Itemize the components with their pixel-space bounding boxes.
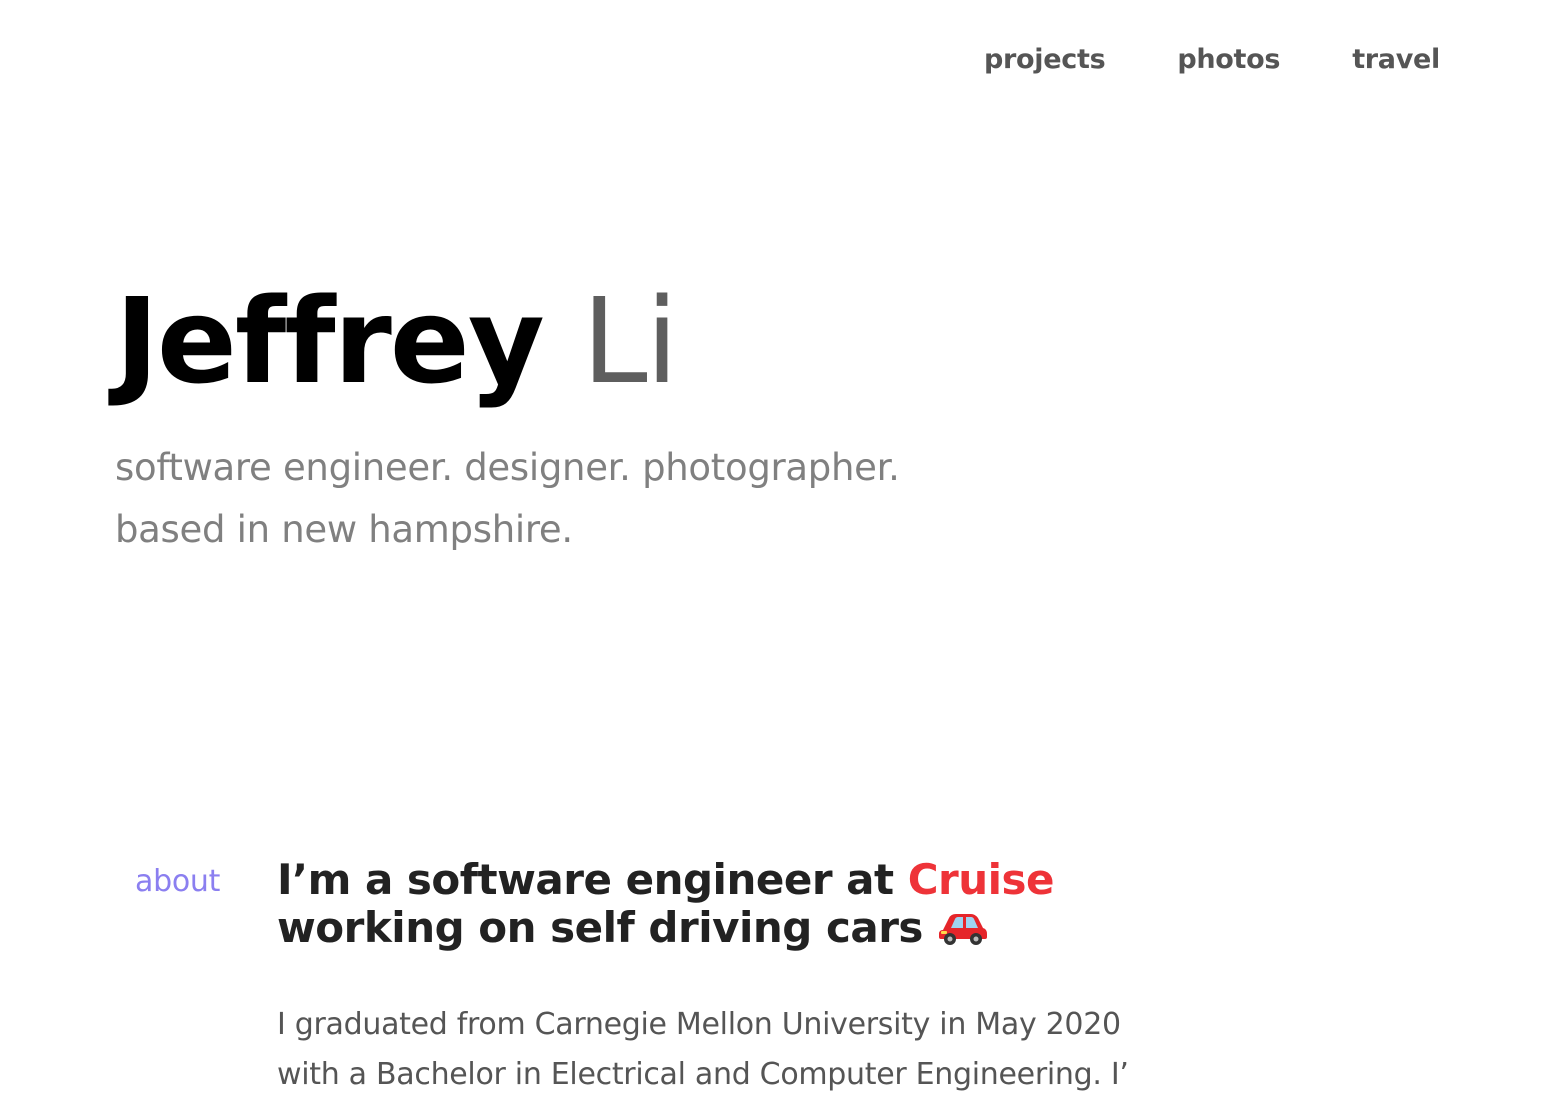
about-heading: I’m a software engineer at Cruise workin… bbox=[277, 855, 1055, 952]
hero-section: Jeffrey Li bbox=[115, 276, 678, 406]
top-nav: projects photos travel bbox=[984, 44, 1440, 75]
tagline: software engineer. designer. photographe… bbox=[115, 437, 900, 561]
last-name: Li bbox=[581, 272, 679, 410]
about-heading-line-2: working on self driving cars bbox=[277, 903, 923, 952]
car-icon bbox=[937, 906, 989, 946]
tagline-line-2: based in new hampshire. bbox=[115, 508, 573, 551]
nav-travel-link[interactable]: travel bbox=[1352, 44, 1440, 75]
cruise-link[interactable]: Cruise bbox=[908, 855, 1055, 904]
about-body-line-1: I graduated from Carnegie Mellon Univers… bbox=[277, 1007, 1121, 1042]
about-body: I graduated from Carnegie Mellon Univers… bbox=[277, 1000, 1177, 1100]
first-name: Jeffrey bbox=[115, 272, 545, 410]
about-section-label: about bbox=[135, 864, 221, 899]
nav-photos-link[interactable]: photos bbox=[1177, 44, 1280, 75]
tagline-line-1: software engineer. designer. photographe… bbox=[115, 446, 900, 489]
about-heading-prefix: I’m a software engineer at bbox=[277, 855, 894, 904]
about-body-line-2: with a Bachelor in Electrical and Comput… bbox=[277, 1057, 1129, 1092]
nav-projects-link[interactable]: projects bbox=[984, 44, 1106, 75]
hero-name: Jeffrey Li bbox=[115, 276, 678, 406]
